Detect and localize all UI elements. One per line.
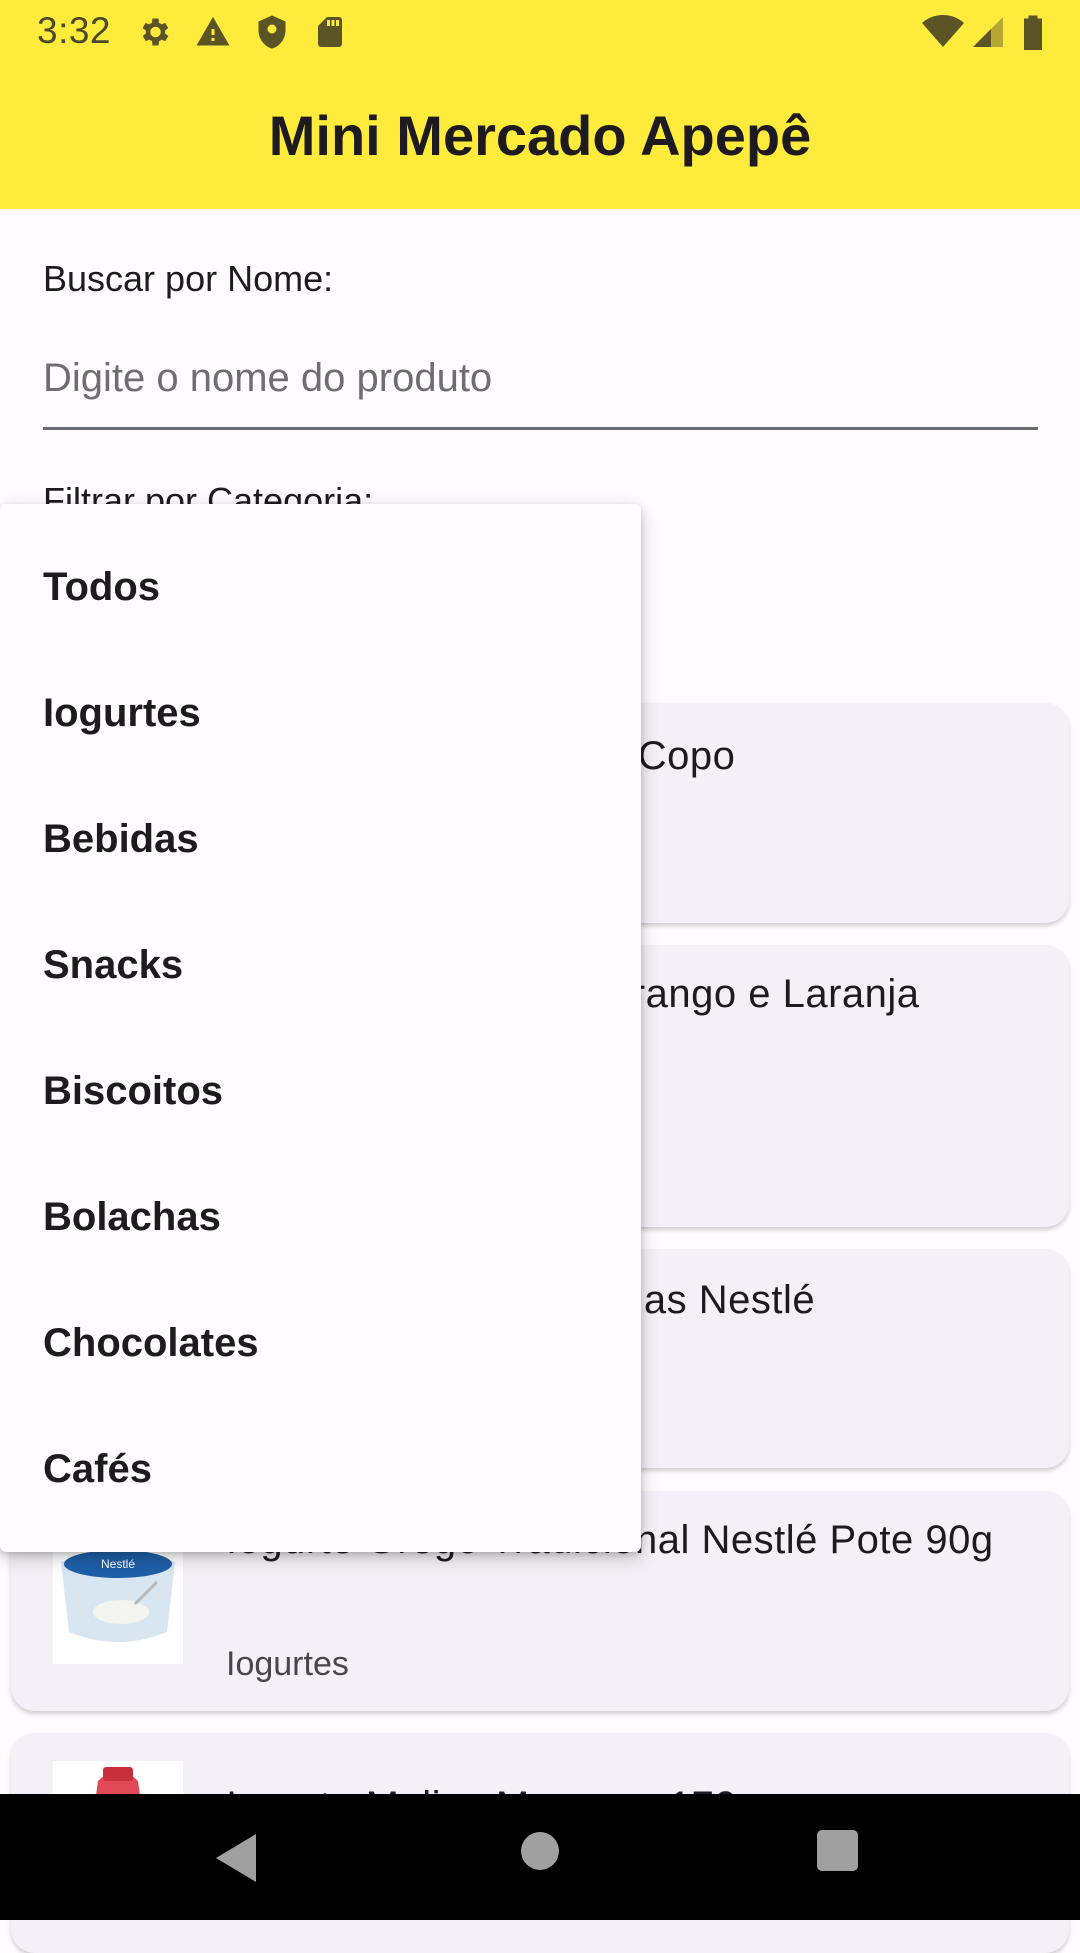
menu-item-biscoitos[interactable]: Biscoitos [0, 1028, 641, 1154]
menu-item-snacks[interactable]: Snacks [0, 902, 641, 1028]
wifi-icon [922, 14, 964, 50]
shield-icon [254, 14, 290, 50]
recents-icon[interactable] [817, 1830, 858, 1871]
menu-item-iogurtes[interactable]: Iogurtes [0, 650, 641, 776]
thumb-brand: Nestlé [101, 1557, 135, 1571]
menu-item-bolachas[interactable]: Bolachas [0, 1154, 641, 1280]
product-category: Iogurtes [226, 1645, 349, 1683]
app-title: Mini Mercado Apepê [268, 104, 812, 167]
signal-icon [970, 14, 1006, 50]
search-label: Buscar por Nome: [43, 258, 334, 299]
back-icon[interactable] [216, 1834, 256, 1882]
menu-item-todos[interactable]: Todos [0, 524, 641, 650]
menu-item-bebidas[interactable]: Bebidas [0, 776, 641, 902]
gear-icon [136, 14, 172, 50]
menu-item-chocolates[interactable]: Chocolates [0, 1280, 641, 1406]
navigation-bar [0, 1794, 1080, 1920]
battery-icon [1018, 14, 1048, 50]
app-bar: Mini Mercado Apepê [0, 63, 1080, 209]
menu-item-cafes[interactable]: Cafés [0, 1406, 641, 1532]
status-bar: 3:32 [0, 0, 1080, 63]
search-input[interactable] [43, 330, 1038, 430]
warning-icon [195, 14, 231, 50]
sd-card-icon [312, 14, 348, 50]
category-dropdown-menu: Todos Iogurtes Bebidas Snacks Biscoitos … [0, 504, 641, 1552]
product-image: Nestlé [53, 1534, 183, 1664]
status-time: 3:32 [37, 10, 112, 51]
home-icon[interactable] [521, 1832, 559, 1870]
